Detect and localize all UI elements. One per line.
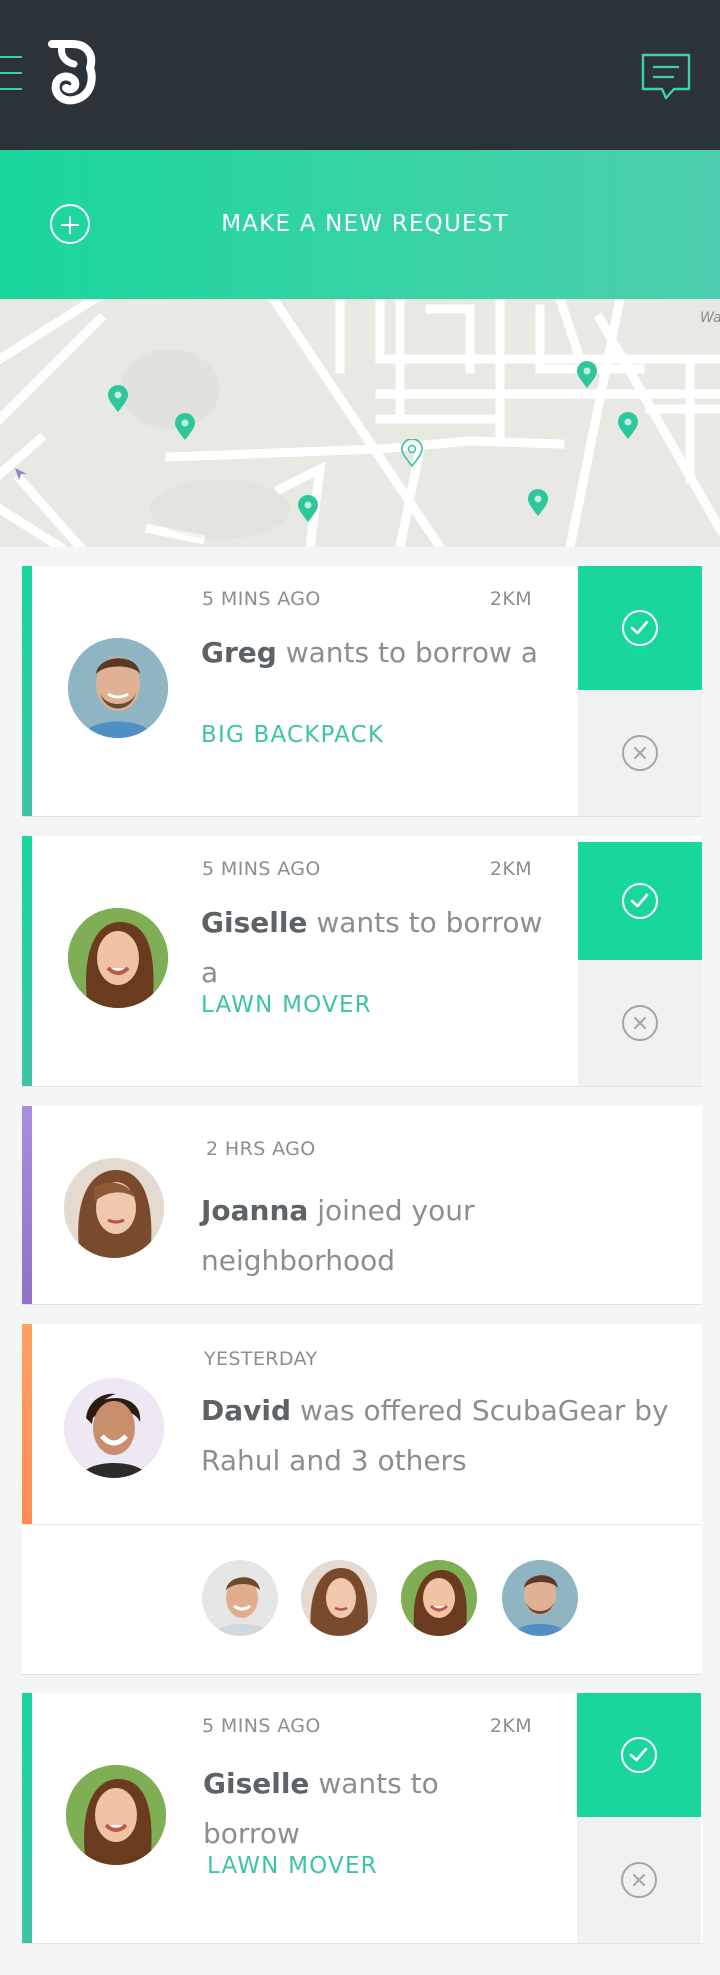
avatar-joanna[interactable]	[301, 1560, 377, 1636]
avatar-giselle[interactable]	[401, 1560, 477, 1636]
requested-item-link[interactable]: BIG BACKPACK	[201, 722, 384, 748]
requested-item-link[interactable]: LAWN MOVER	[207, 1853, 378, 1879]
message-text: was offered ScubaGear by	[299, 1394, 669, 1427]
divider	[22, 1524, 702, 1525]
check-circle-icon	[621, 1737, 657, 1773]
plus-circle-icon[interactable]	[50, 204, 90, 244]
accept-button[interactable]	[577, 1693, 701, 1817]
avatar[interactable]	[64, 1158, 164, 1258]
logo-icon[interactable]	[46, 38, 98, 106]
avatar[interactable]	[68, 908, 168, 1008]
request-card[interactable]: 5 MINS AGO 2KM Greg wants to borrow a BI…	[22, 566, 702, 816]
avatar[interactable]	[64, 1378, 164, 1478]
hamburger-icon[interactable]	[0, 52, 22, 96]
user-name[interactable]: Giselle	[201, 906, 307, 939]
map-pin-icon[interactable]	[174, 413, 196, 441]
card-stripe	[22, 1693, 32, 1943]
neighborhood-map[interactable]	[0, 299, 720, 547]
time-label: 5 MINS AGO	[202, 858, 321, 880]
offer-message: David was offered ScubaGear by Rahul and …	[201, 1386, 671, 1486]
top-bar	[0, 0, 720, 150]
map-pin-icon[interactable]	[617, 412, 639, 440]
avatar[interactable]	[68, 638, 168, 738]
decline-button[interactable]	[578, 690, 702, 816]
card-stripe	[22, 566, 32, 816]
accept-button[interactable]	[578, 566, 702, 690]
activity-message: Joanna joined your neighborhood	[201, 1186, 671, 1286]
map-pin-icon[interactable]	[527, 489, 549, 517]
map-pin-icon[interactable]	[576, 361, 598, 389]
message-text: wants to borrow a	[285, 636, 538, 669]
decline-button[interactable]	[578, 960, 702, 1086]
chat-bubble-icon[interactable]	[640, 52, 692, 102]
time-label: 5 MINS AGO	[202, 1715, 321, 1737]
distance-label: 2KM	[489, 588, 532, 610]
message-text: Rahul and 3 others	[201, 1444, 467, 1477]
avatar-greg[interactable]	[502, 1560, 578, 1636]
avatar[interactable]	[66, 1765, 166, 1865]
user-name[interactable]: Joanna	[201, 1194, 308, 1227]
decline-button[interactable]	[577, 1817, 701, 1943]
accept-button[interactable]	[578, 842, 702, 960]
user-name[interactable]: David	[201, 1394, 291, 1427]
close-circle-icon	[621, 1862, 657, 1898]
close-circle-icon	[622, 1005, 658, 1041]
request-card[interactable]: 5 MINS AGO 2KM Giselle wants to borrow a…	[22, 836, 702, 1086]
distance-label: 2KM	[489, 1715, 532, 1737]
user-name[interactable]: Giselle	[203, 1767, 309, 1800]
offer-card[interactable]: YESTERDAY David was offered ScubaGear by…	[22, 1324, 702, 1674]
check-circle-icon	[622, 883, 658, 919]
map-pin-icon[interactable]	[297, 495, 319, 523]
time-label: YESTERDAY	[204, 1348, 318, 1370]
distance-label: 2KM	[489, 858, 532, 880]
time-label: 5 MINS AGO	[202, 588, 321, 610]
map-pin-icon[interactable]	[107, 385, 129, 413]
user-name[interactable]: Greg	[201, 636, 277, 669]
check-circle-icon	[622, 610, 658, 646]
new-request-label[interactable]: MAKE A NEW REQUEST	[200, 206, 530, 242]
requested-item-link[interactable]: LAWN MOVER	[201, 992, 372, 1018]
request-card[interactable]: 5 MINS AGO 2KM Giselle wants to borrow L…	[22, 1693, 702, 1943]
time-label: 2 HRS AGO	[206, 1138, 316, 1160]
request-message: Giselle wants to borrow a	[201, 898, 561, 998]
location-arrow-icon	[15, 468, 27, 480]
request-message: Giselle wants to borrow	[203, 1759, 543, 1859]
card-stripe	[22, 836, 32, 1086]
avatar-rahul[interactable]	[202, 1560, 278, 1636]
card-stripe	[22, 1106, 32, 1304]
request-message: Greg wants to borrow a	[201, 628, 541, 678]
activity-card[interactable]: 2 HRS AGO Joanna joined your neighborhoo…	[22, 1106, 702, 1304]
map-street-label: Wa	[700, 310, 720, 326]
card-stripe	[22, 1324, 32, 1524]
close-circle-icon	[622, 735, 658, 771]
map-pin-icon[interactable]	[401, 439, 423, 467]
